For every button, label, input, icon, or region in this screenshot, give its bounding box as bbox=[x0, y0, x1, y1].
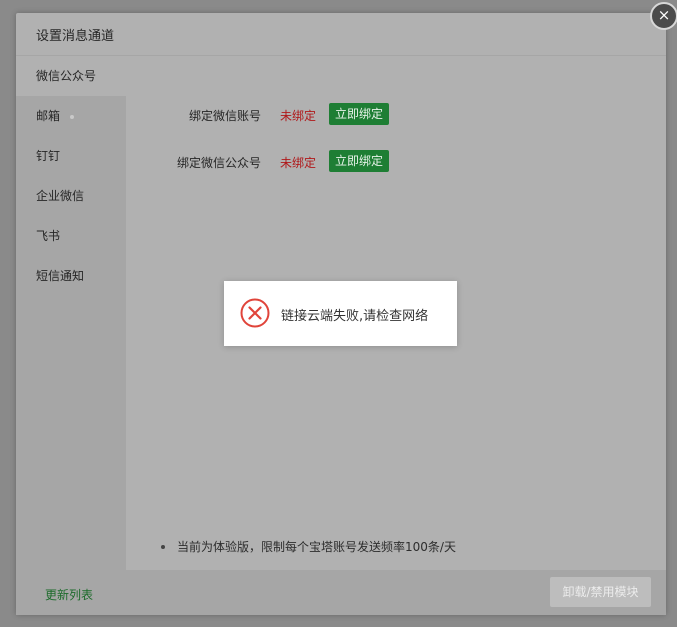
bind-wechat-official-button[interactable]: 立即绑定 bbox=[329, 150, 390, 172]
sidebar-item-label: 微信公众号 bbox=[36, 69, 97, 83]
sidebar-item-label: 邮箱 bbox=[36, 109, 61, 123]
sidebar-item-dingtalk[interactable]: 钉钉 bbox=[16, 136, 126, 176]
status-dot-icon bbox=[70, 114, 75, 119]
bind-wechat-official-label: 绑定微信公众号 bbox=[176, 156, 261, 170]
bind-wechat-account-label: 绑定微信账号 bbox=[188, 109, 261, 123]
uninstall-disable-button[interactable]: 卸载/禁用模块 bbox=[550, 577, 651, 607]
dialog-title: 设置消息通道 bbox=[36, 29, 115, 44]
update-list-link[interactable]: 更新列表 bbox=[45, 586, 93, 603]
error-x-icon bbox=[240, 298, 270, 328]
error-toast: 链接云端失败,请检查网络 bbox=[224, 281, 457, 346]
sidebar-item-label: 飞书 bbox=[36, 229, 61, 243]
bind-wechat-account-status: 未绑定 bbox=[280, 109, 317, 123]
sidebar-item-email[interactable]: 邮箱 bbox=[16, 96, 126, 136]
note-bullet-icon bbox=[161, 545, 165, 549]
bind-wechat-account-button[interactable]: 立即绑定 bbox=[329, 103, 390, 125]
channel-sidebar: 微信公众号 邮箱 钉钉 企业微信 飞书 短信通知 bbox=[16, 56, 126, 570]
sidebar-item-wecom[interactable]: 企业微信 bbox=[16, 176, 126, 216]
sidebar-item-sms[interactable]: 短信通知 bbox=[16, 256, 126, 296]
sidebar-item-label: 钉钉 bbox=[36, 149, 61, 163]
sidebar-item-feishu[interactable]: 飞书 bbox=[16, 216, 126, 256]
toast-message: 链接云端失败,请检查网络 bbox=[281, 309, 429, 324]
dialog-header: 设置消息通道 bbox=[16, 13, 666, 56]
trial-limit-note: 当前为体验版，限制每个宝塔账号发送频率100条/天 bbox=[177, 540, 456, 554]
dialog-footer: 更新列表 卸载/禁用模块 bbox=[16, 570, 666, 615]
close-icon[interactable]: × bbox=[650, 2, 677, 30]
bind-wechat-official-status: 未绑定 bbox=[280, 156, 317, 170]
sidebar-item-wechat-official[interactable]: 微信公众号 bbox=[16, 56, 126, 96]
sidebar-item-label: 企业微信 bbox=[36, 189, 85, 203]
sidebar-item-label: 短信通知 bbox=[36, 269, 85, 283]
